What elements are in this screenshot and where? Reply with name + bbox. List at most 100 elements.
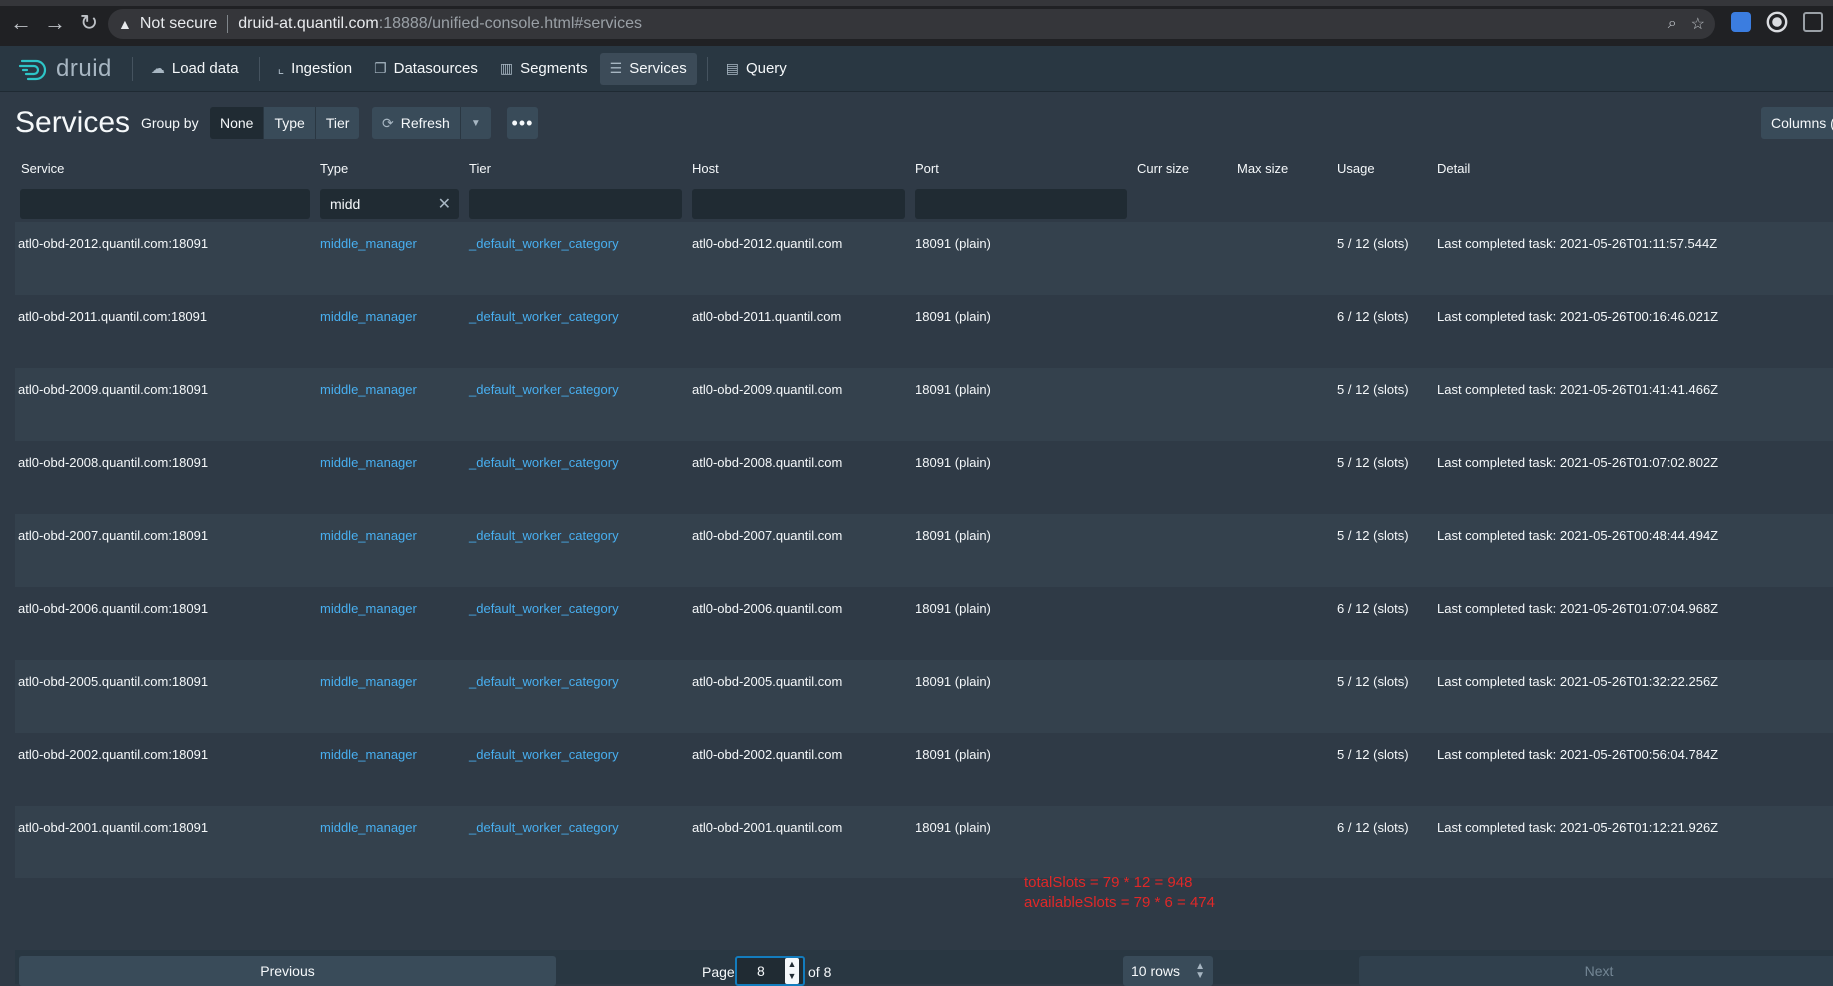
annotation-available-slots: availableSlots = 79 * 6 = 474	[1024, 894, 1215, 911]
cell-service: atl0-obd-2005.quantil.com:18091	[18, 674, 209, 689]
cell-port: 18091 (plain)	[915, 820, 991, 835]
nav-load-data[interactable]: ☁ Load data	[141, 53, 249, 85]
cell-detail: Last completed task: 2021-05-26T00:48:44…	[1437, 528, 1719, 543]
stacked-bars-icon: ▥	[499, 60, 514, 76]
column-header-type[interactable]: Type	[320, 161, 348, 176]
back-icon[interactable]: ←	[6, 8, 36, 38]
column-header-host[interactable]: Host	[692, 161, 719, 176]
type-filter-input[interactable]: midd ✕	[320, 189, 459, 219]
refresh-options-button[interactable]: ▼	[460, 107, 491, 139]
nav-services-label: Services	[629, 60, 687, 77]
cell-type[interactable]: middle_manager	[320, 236, 417, 251]
cell-type[interactable]: middle_manager	[320, 747, 417, 762]
cell-tier[interactable]: _default_worker_category	[469, 820, 619, 835]
columns-button[interactable]: Columns (	[1761, 107, 1833, 139]
nav-services[interactable]: ☰ Services	[599, 52, 697, 85]
cell-host: atl0-obd-2002.quantil.com	[692, 747, 843, 762]
table-row: atl0-obd-2006.quantil.com:18091 middle_ma…	[15, 587, 1833, 660]
table-row: atl0-obd-2012.quantil.com:18091 middle_ma…	[15, 222, 1833, 295]
cell-tier[interactable]: _default_worker_category	[469, 382, 619, 397]
address-separator	[227, 15, 229, 33]
page-number-input[interactable]: 8 ▲ ▼	[735, 956, 805, 986]
cell-service: atl0-obd-2006.quantil.com:18091	[18, 601, 209, 616]
clear-filter-icon[interactable]: ✕	[438, 194, 451, 214]
nav-datasources[interactable]: ❐ Datasources	[364, 53, 488, 85]
column-header-tier[interactable]: Tier	[469, 161, 491, 176]
cell-tier[interactable]: _default_worker_category	[469, 455, 619, 470]
browser-tab-strip	[0, 0, 1833, 6]
filter-row: midd ✕	[15, 182, 1833, 222]
group-by-type-button[interactable]: Type	[264, 107, 316, 139]
cell-type[interactable]: middle_manager	[320, 455, 417, 470]
port-filter-input[interactable]	[915, 189, 1127, 219]
cell-type[interactable]: middle_manager	[320, 528, 417, 543]
address-bar[interactable]: ▲ Not secure druid-at.quantil.com:18888/…	[108, 9, 1715, 39]
column-header-usage[interactable]: Usage	[1337, 161, 1375, 176]
cell-port: 18091 (plain)	[915, 236, 991, 251]
cell-tier[interactable]: _default_worker_category	[469, 528, 619, 543]
column-header-curr-size[interactable]: Curr size	[1137, 161, 1189, 176]
group-by-label: Group by	[141, 115, 199, 131]
tier-filter-input[interactable]	[469, 189, 682, 219]
refresh-button[interactable]: ⟳ Refresh	[372, 107, 461, 139]
cell-tier[interactable]: _default_worker_category	[469, 236, 619, 251]
cell-port: 18091 (plain)	[915, 674, 991, 689]
forward-icon[interactable]: →	[40, 8, 70, 38]
cell-type[interactable]: middle_manager	[320, 382, 417, 397]
cell-usage: 6 / 12 (slots)	[1337, 309, 1409, 324]
cell-detail: Last completed task: 2021-05-26T00:16:46…	[1437, 309, 1719, 324]
pagination-bar: Previous Page 8 ▲ ▼ of 8 10 rows ▲ ▼ Next	[15, 950, 1833, 986]
nav-query[interactable]: ▤ Query	[716, 53, 797, 85]
cell-detail: Last completed task: 2021-05-26T01:41:41…	[1437, 382, 1719, 397]
database-icon: ☰	[609, 60, 623, 76]
druid-logo[interactable]: druid	[18, 55, 112, 83]
rows-per-page-value: 10 rows	[1131, 963, 1181, 979]
cell-type[interactable]: middle_manager	[320, 674, 417, 689]
page-number-value: 8	[757, 963, 765, 979]
page-stepper-icon[interactable]: ▲ ▼	[785, 958, 799, 984]
url-path: :18888/unified-console.html#services	[378, 15, 643, 32]
reload-icon[interactable]: ↻	[74, 8, 104, 38]
nav-ingestion[interactable]: ⌞ Ingestion	[268, 53, 362, 85]
cell-detail: Last completed task: 2021-05-26T01:07:04…	[1437, 601, 1719, 616]
cell-detail: Last completed task: 2021-05-26T01:12:21…	[1437, 820, 1719, 835]
cell-tier[interactable]: _default_worker_category	[469, 674, 619, 689]
logo-text: druid	[56, 54, 112, 82]
cell-tier[interactable]: _default_worker_category	[469, 747, 619, 762]
cell-type[interactable]: middle_manager	[320, 309, 417, 324]
refresh-label: Refresh	[400, 115, 450, 131]
rows-per-page-select[interactable]: 10 rows ▲ ▼	[1123, 956, 1213, 986]
column-header-port[interactable]: Port	[915, 161, 939, 176]
cell-port: 18091 (plain)	[915, 747, 991, 762]
next-page-button[interactable]: Next	[1359, 956, 1833, 986]
cell-host: atl0-obd-2009.quantil.com	[692, 382, 843, 397]
bookmark-star-icon[interactable]: ☆	[1691, 14, 1705, 34]
header-divider	[706, 56, 708, 81]
group-by-none-button[interactable]: None	[210, 107, 265, 139]
nav-segments[interactable]: ▥ Segments	[490, 53, 598, 85]
cell-tier[interactable]: _default_worker_category	[469, 309, 619, 324]
cell-tier[interactable]: _default_worker_category	[469, 601, 619, 616]
service-filter-input[interactable]	[20, 189, 310, 219]
table-row: atl0-obd-2008.quantil.com:18091 middle_ma…	[15, 441, 1833, 514]
nav-datasources-label: Datasources	[393, 60, 478, 77]
cell-host: atl0-obd-2008.quantil.com	[692, 455, 843, 470]
cloud-upload-icon: ☁	[150, 60, 165, 76]
zoom-icon[interactable]: ⌕	[1668, 15, 1677, 33]
nav-query-label: Query	[745, 60, 787, 77]
extension-icon[interactable]	[1803, 12, 1823, 32]
cell-type[interactable]: middle_manager	[320, 601, 417, 616]
translate-extension-icon[interactable]	[1731, 12, 1751, 32]
more-options-button[interactable]: •••	[507, 107, 538, 139]
page-label: Page	[702, 964, 735, 980]
cell-type[interactable]: middle_manager	[320, 820, 417, 835]
column-header-detail[interactable]: Detail	[1437, 161, 1470, 176]
previous-page-button[interactable]: Previous	[19, 956, 556, 986]
column-header-max-size[interactable]: Max size	[1237, 161, 1288, 176]
circle-extension-icon[interactable]	[1766, 11, 1788, 33]
group-by-tier-button[interactable]: Tier	[315, 107, 360, 139]
header-divider	[131, 56, 133, 81]
annotation-total-slots: totalSlots = 79 * 12 = 948	[1024, 874, 1193, 891]
host-filter-input[interactable]	[692, 189, 905, 219]
column-header-service[interactable]: Service	[21, 161, 64, 176]
